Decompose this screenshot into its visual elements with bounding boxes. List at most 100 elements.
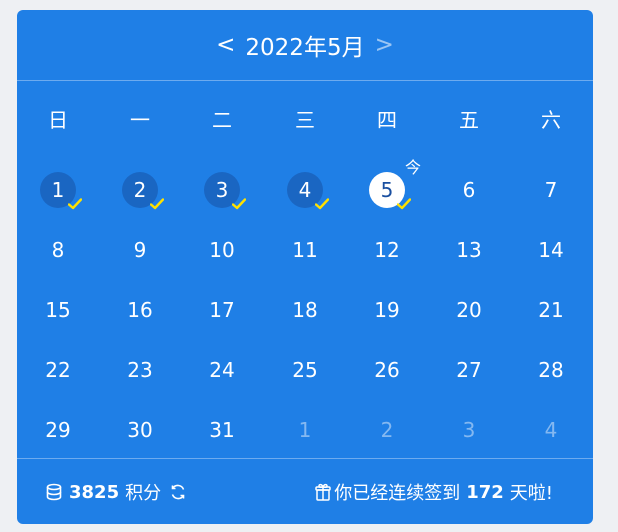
day-cell[interactable]: 8 <box>38 230 78 270</box>
day-cell-next-month[interactable]: 1 <box>285 410 325 450</box>
day-number: 21 <box>538 298 564 322</box>
day-number: 15 <box>45 298 71 322</box>
day-cell[interactable]: 9 <box>120 230 160 270</box>
day-number: 13 <box>456 238 482 262</box>
day-cell[interactable]: 10 <box>202 230 242 270</box>
day-number: 19 <box>374 298 400 322</box>
day-cell[interactable]: 12 <box>367 230 407 270</box>
day-number: 1 <box>298 418 312 442</box>
day-number: 9 <box>133 238 147 262</box>
day-number: 27 <box>456 358 482 382</box>
day-number: 31 <box>209 418 235 442</box>
check-icon <box>150 198 164 210</box>
day-number: 5 <box>380 178 394 202</box>
gift-icon <box>314 482 332 502</box>
day-number: 7 <box>544 178 558 202</box>
calendar-header: < 2022年5月 > <box>17 10 593 81</box>
check-icon <box>315 198 329 210</box>
day-number: 22 <box>45 358 71 382</box>
day-number: 14 <box>538 238 564 262</box>
weekday-label: 二 <box>212 108 232 132</box>
day-cell[interactable]: 18 <box>285 290 325 330</box>
day-number: 8 <box>51 238 65 262</box>
next-month-button[interactable]: > <box>369 32 400 58</box>
day-cell-next-month[interactable]: 4 <box>531 410 571 450</box>
streak-days: 172 <box>466 481 504 503</box>
day-number: 10 <box>209 238 235 262</box>
check-icon <box>397 198 411 210</box>
weekday-header-row: 日一二三四五六 <box>17 102 593 138</box>
refresh-icon[interactable] <box>169 483 187 501</box>
day-cell[interactable]: 30 <box>120 410 160 450</box>
database-icon <box>45 483 63 501</box>
day-cell[interactable]: 28 <box>531 350 571 390</box>
check-icon <box>68 198 82 210</box>
day-number: 16 <box>127 298 153 322</box>
day-cell[interactable]: 4 <box>285 170 329 210</box>
day-cell[interactable]: 24 <box>202 350 242 390</box>
sign-in-calendar: < 2022年5月 > 日一二三四五六 1 2 3 4 5 今 6 7 8 9 10 11 12 13 14… <box>17 10 593 524</box>
day-number: 25 <box>292 358 318 382</box>
points-label: 积分 <box>125 483 162 504</box>
points-summary: 3825 积分 <box>45 459 187 524</box>
day-cell[interactable]: 14 <box>531 230 571 270</box>
day-number: 29 <box>45 418 71 442</box>
day-cell[interactable]: 21 <box>531 290 571 330</box>
weekday-label: 一 <box>130 108 150 132</box>
day-cell[interactable]: 3 <box>202 170 246 210</box>
day-cell[interactable]: 13 <box>449 230 489 270</box>
calendar-footer: 3825 积分 你已经连续签到 172 天啦! <box>17 458 593 524</box>
day-number: 18 <box>292 298 318 322</box>
day-cell[interactable]: 17 <box>202 290 242 330</box>
day-number: 3 <box>215 178 229 202</box>
day-cell[interactable]: 11 <box>285 230 325 270</box>
weekday-label: 四 <box>377 108 397 132</box>
day-cell[interactable]: 7 <box>531 170 571 210</box>
day-number: 30 <box>127 418 153 442</box>
day-cell[interactable]: 20 <box>449 290 489 330</box>
day-cell[interactable]: 16 <box>120 290 160 330</box>
day-number: 12 <box>374 238 400 262</box>
weekday-label: 六 <box>541 108 561 132</box>
day-number: 2 <box>133 178 147 202</box>
streak-prefix: 你已经连续签到 <box>334 483 461 504</box>
day-number: 3 <box>462 418 476 442</box>
day-cell[interactable]: 15 <box>38 290 78 330</box>
day-number: 11 <box>292 238 318 262</box>
day-cell[interactable]: 25 <box>285 350 325 390</box>
day-cell[interactable]: 2 <box>120 170 164 210</box>
day-number: 2 <box>380 418 394 442</box>
day-cell-today[interactable]: 5今 <box>367 158 421 210</box>
streak-suffix: 天啦! <box>509 483 553 504</box>
day-cell[interactable]: 22 <box>38 350 78 390</box>
day-cell-next-month[interactable]: 3 <box>449 410 489 450</box>
day-cell[interactable]: 23 <box>120 350 160 390</box>
streak-summary: 你已经连续签到 172 天啦! <box>314 459 553 524</box>
day-number: 4 <box>298 178 312 202</box>
weekday-label: 日 <box>48 108 68 132</box>
points-value: 3825 <box>69 481 120 503</box>
day-number: 17 <box>209 298 235 322</box>
weekday-label: 五 <box>459 108 479 132</box>
month-title: 2022年5月 <box>245 35 365 61</box>
weekday-label: 三 <box>295 108 315 132</box>
day-number: 28 <box>538 358 564 382</box>
day-number: 4 <box>544 418 558 442</box>
day-number: 24 <box>209 358 235 382</box>
day-number: 23 <box>127 358 153 382</box>
day-cell[interactable]: 19 <box>367 290 407 330</box>
today-badge: 今 <box>404 158 421 177</box>
day-number: 1 <box>51 178 65 202</box>
day-cell[interactable]: 26 <box>367 350 407 390</box>
day-cell[interactable]: 6 <box>449 170 489 210</box>
day-cell[interactable]: 1 <box>38 170 82 210</box>
check-icon <box>232 198 246 210</box>
day-number: 6 <box>462 178 476 202</box>
day-cell[interactable]: 31 <box>202 410 242 450</box>
day-cell[interactable]: 29 <box>38 410 78 450</box>
day-cell-next-month[interactable]: 2 <box>367 410 407 450</box>
prev-month-button[interactable]: < <box>210 32 241 58</box>
day-number: 26 <box>374 358 400 382</box>
day-number: 20 <box>456 298 482 322</box>
day-cell[interactable]: 27 <box>449 350 489 390</box>
